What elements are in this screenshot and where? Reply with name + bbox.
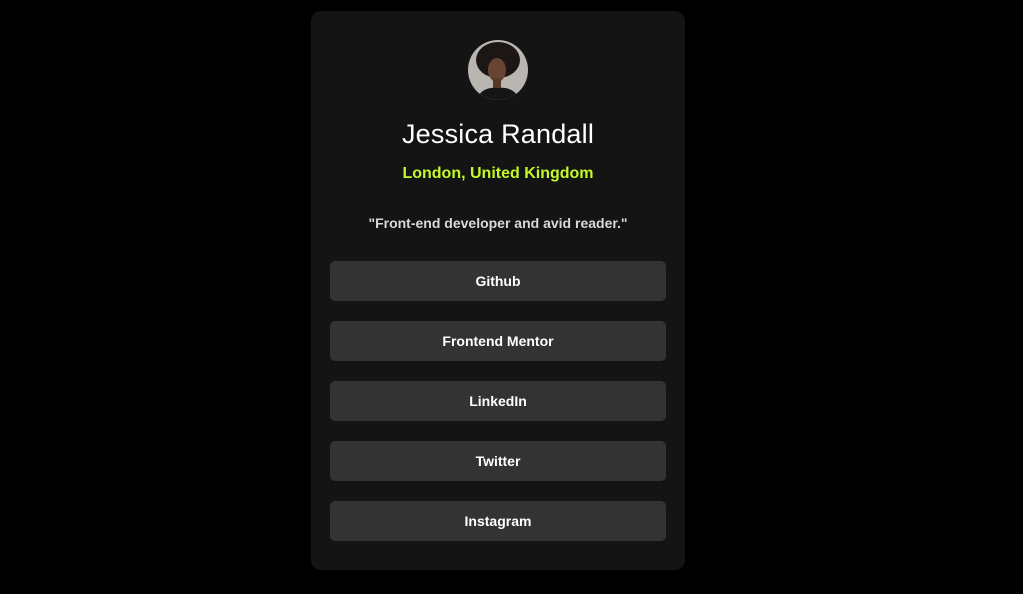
twitter-link-button[interactable]: Twitter bbox=[330, 441, 666, 481]
instagram-link-button[interactable]: Instagram bbox=[330, 501, 666, 541]
social-links-list: Github Frontend Mentor LinkedIn Twitter … bbox=[330, 261, 666, 561]
avatar bbox=[468, 40, 528, 100]
profile-card: Jessica Randall London, United Kingdom "… bbox=[311, 11, 685, 570]
profile-bio: "Front-end developer and avid reader." bbox=[368, 215, 628, 231]
avatar-image bbox=[468, 40, 528, 100]
linkedin-link-button[interactable]: LinkedIn bbox=[330, 381, 666, 421]
profile-name: Jessica Randall bbox=[401, 119, 595, 149]
frontend-mentor-link-button[interactable]: Frontend Mentor bbox=[330, 321, 666, 361]
github-link-button[interactable]: Github bbox=[330, 261, 666, 301]
profile-location: London, United Kingdom bbox=[402, 165, 594, 182]
